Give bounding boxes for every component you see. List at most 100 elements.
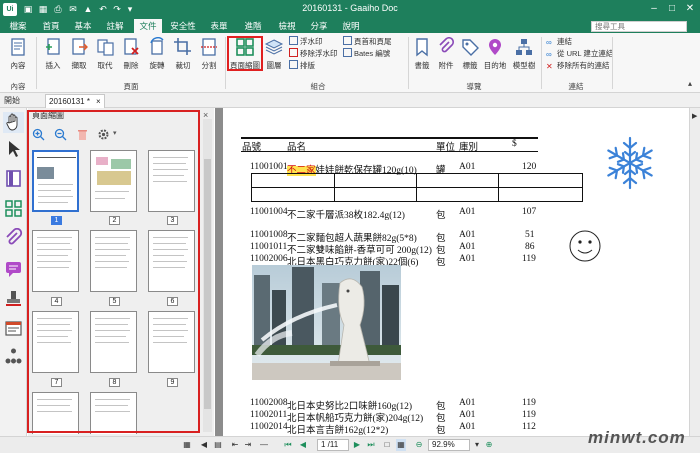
row-warehouse: A01: [459, 410, 476, 420]
insert-page-button[interactable]: 插入: [40, 35, 66, 79]
page-thumbnail[interactable]: [90, 392, 137, 434]
bates-label: Bates 編號: [354, 49, 391, 58]
page-thumbnail[interactable]: [90, 150, 137, 212]
content-button[interactable]: 內容: [3, 35, 33, 79]
page-thumbnail[interactable]: [32, 230, 79, 292]
page-thumbnail[interactable]: [90, 230, 137, 292]
rotate-page-button[interactable]: 旋轉: [144, 35, 170, 79]
next-page-button[interactable]: ▶: [352, 439, 362, 451]
group-separator: [36, 37, 37, 89]
stamp-panel-icon[interactable]: [3, 288, 24, 309]
zoom-in-button[interactable]: ⊕: [484, 439, 494, 451]
destinations-button[interactable]: 目的地: [482, 35, 508, 79]
page-number-field[interactable]: 1 /11: [317, 439, 349, 451]
tab-view[interactable]: 檢視: [274, 19, 300, 33]
tab-security[interactable]: 安全性: [166, 19, 200, 33]
select-arrow-icon[interactable]: [3, 138, 24, 159]
next-view-icon[interactable]: ⇥: [243, 439, 253, 451]
remove-watermark-button[interactable]: 移除浮水印: [289, 48, 338, 59]
signature-panel-icon[interactable]: [3, 318, 24, 339]
link-button[interactable]: ∞ 連結: [546, 36, 572, 47]
view-mode-icon[interactable]: ▤: [212, 439, 224, 451]
header-footer-button[interactable]: 頁首和頁尾: [343, 36, 392, 47]
left-toolstrip: [0, 108, 27, 436]
split-page-button[interactable]: 分割: [196, 35, 222, 79]
page-thumbnail[interactable]: [148, 150, 195, 212]
continuous-view-icon[interactable]: ▦: [396, 439, 406, 451]
document-scrollbar[interactable]: ▶: [689, 108, 700, 436]
thumbnail-scrollbar[interactable]: [203, 119, 212, 432]
row-price: 119: [522, 410, 536, 420]
scroll-left-icon[interactable]: ◀: [199, 439, 209, 451]
tab-advanced[interactable]: 進階: [240, 19, 266, 33]
menu-bar: 檔案 首頁 基本 註解 文件 安全性 表單 進階 檢視 分享 說明: [0, 19, 700, 33]
page-thumbnail[interactable]: [90, 311, 137, 373]
zoom-out-icon[interactable]: [54, 128, 67, 141]
merlion-photo[interactable]: [252, 265, 401, 380]
scrollbar-thumb[interactable]: [204, 159, 211, 409]
attachments-button[interactable]: 附件: [434, 35, 458, 79]
page-thumbnail[interactable]: [32, 392, 79, 434]
options-gear-icon[interactable]: [97, 128, 110, 141]
bookmark-panel-icon[interactable]: [3, 168, 24, 189]
start-tab[interactable]: 開始: [4, 95, 20, 106]
first-page-button[interactable]: ⏮: [283, 439, 293, 451]
comments-panel-icon[interactable]: [3, 258, 24, 279]
minimize-button[interactable]: –: [646, 2, 662, 16]
url-link-icon: ∞: [546, 50, 552, 59]
thumbnails-panel-icon[interactable]: [3, 198, 24, 219]
previous-view-icon[interactable]: ⇤: [230, 439, 240, 451]
tab-share[interactable]: 分享: [306, 19, 332, 33]
previous-page-button[interactable]: ◀: [298, 439, 308, 451]
options-dropdown-icon[interactable]: ▾: [113, 129, 117, 137]
content-label: 內容: [10, 61, 26, 70]
extract-page-button[interactable]: 擷取: [66, 35, 92, 79]
hand-tool-icon[interactable]: [3, 112, 24, 133]
search-tools-input[interactable]: [591, 21, 687, 32]
watermark-button[interactable]: 浮水印: [289, 36, 323, 47]
document-viewport[interactable]: 品號 品名 單位 庫別 $ 11001001 不二家娃娃餅乾保存罐120g(10…: [215, 108, 689, 436]
maximize-button[interactable]: □: [664, 2, 680, 16]
model-tree-panel-icon[interactable]: [3, 346, 24, 367]
remove-all-links-button[interactable]: ✕ 移除所有的連結: [546, 60, 610, 71]
zoom-in-icon[interactable]: [32, 128, 45, 141]
tab-comment[interactable]: 註解: [102, 19, 128, 33]
page-thumbnail[interactable]: [32, 150, 79, 212]
zoom-level-field[interactable]: 92.9%: [428, 439, 470, 451]
model-tree-button[interactable]: 模型樹: [510, 35, 538, 79]
scroll-right-arrow-icon[interactable]: ▶: [692, 112, 697, 120]
bookmarks-button[interactable]: 書籤: [410, 35, 434, 79]
layers-button[interactable]: 圖層: [262, 35, 286, 79]
crop-page-button[interactable]: 裁切: [170, 35, 196, 79]
page-thumbnail[interactable]: [148, 230, 195, 292]
zoom-dropdown-icon[interactable]: ▾: [472, 439, 482, 451]
attachment-panel-icon[interactable]: [3, 228, 24, 249]
page-thumbnail[interactable]: [32, 311, 79, 373]
layout-button[interactable]: 排版: [289, 60, 315, 71]
zoom-out-button[interactable]: ⊖: [414, 439, 424, 451]
create-link-from-url-button[interactable]: ∞ 從 URL 建立連結: [546, 48, 613, 59]
row-price: 86: [525, 242, 535, 252]
tab-forms[interactable]: 表單: [206, 19, 232, 33]
document-tab-close-icon[interactable]: ×: [96, 95, 101, 108]
bates-number-button[interactable]: Bates 編號: [343, 48, 390, 59]
tab-file[interactable]: 檔案: [4, 19, 32, 33]
last-page-button[interactable]: ⏭: [366, 439, 376, 451]
tab-home[interactable]: 首頁: [38, 19, 64, 33]
tab-basic[interactable]: 基本: [70, 19, 96, 33]
single-page-view-icon[interactable]: □: [382, 439, 392, 451]
row-name: 不二家千層派38枚182.4g(12): [287, 211, 405, 221]
delete-page-button[interactable]: 刪除: [118, 35, 144, 79]
tab-help[interactable]: 說明: [338, 19, 364, 33]
page-thumbnail[interactable]: [148, 311, 195, 373]
close-button[interactable]: ✕: [682, 2, 698, 16]
split-label: 分割: [201, 61, 217, 70]
fit-page-icon[interactable]: ▦: [181, 439, 193, 451]
ribbon-collapse-icon[interactable]: ▴: [688, 79, 692, 88]
tags-button[interactable]: 標籤: [458, 35, 482, 79]
trash-icon[interactable]: [76, 128, 89, 141]
tab-document[interactable]: 文件: [134, 19, 162, 33]
document-tab[interactable]: 20160131 * ×: [45, 94, 105, 108]
replace-page-button[interactable]: 取代: [92, 35, 118, 79]
bates-icon: [343, 48, 352, 57]
